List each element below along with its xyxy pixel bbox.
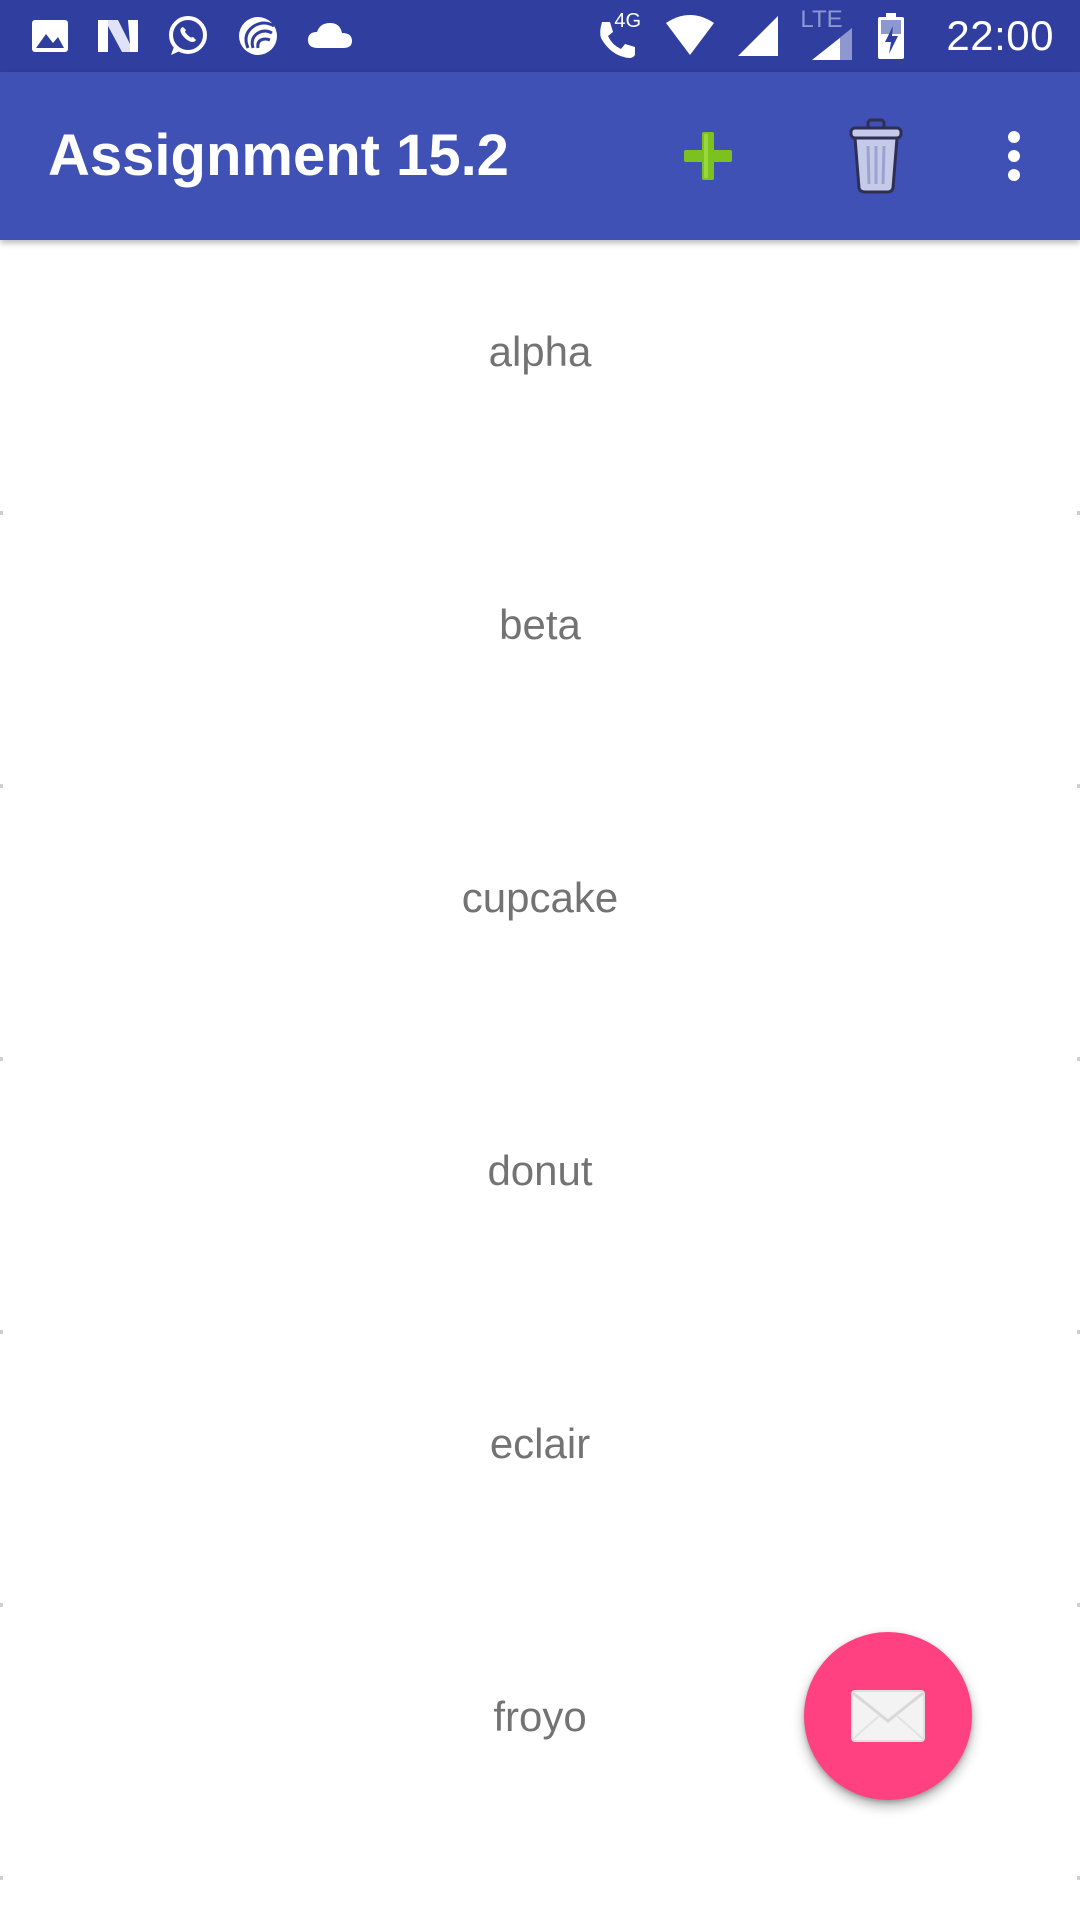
system-icons: 4G LTE 22:00 <box>594 0 1054 72</box>
list-item[interactable]: eclair <box>0 1332 1080 1607</box>
list-item-label: alpha <box>488 327 592 375</box>
volte-call-icon: 4G <box>594 10 644 60</box>
more-options-icon <box>1008 131 1020 181</box>
list-item-label: cupcake <box>461 873 619 921</box>
app-bar: Assignment 15.2 <box>0 72 1080 240</box>
more-options-button[interactable] <box>954 72 1074 240</box>
add-button[interactable] <box>648 72 768 240</box>
list-item-label: eclair <box>489 1419 591 1467</box>
mail-icon <box>851 1690 925 1742</box>
list-item-label: beta <box>499 600 581 648</box>
delete-button[interactable] <box>816 72 936 240</box>
wifi-icon <box>666 15 715 55</box>
list-item[interactable]: cupcake <box>0 786 1080 1061</box>
status-time: 22:00 <box>946 12 1054 59</box>
battery-charging-icon <box>878 13 905 59</box>
app-title: Assignment 15.2 <box>48 123 509 188</box>
status-bar: 4G LTE 22:00 <box>0 0 1080 72</box>
screen: 4G LTE 22:00 Assignment 15.2 alpha beta … <box>0 0 1080 1920</box>
network-4g-label: 4G <box>614 10 642 32</box>
delete-icon <box>849 118 903 194</box>
item-list: alpha beta cupcake donut eclair froyo <box>0 240 1080 1880</box>
cloud-icon <box>308 23 352 48</box>
notification-icons <box>30 0 354 72</box>
list-item-label: froyo <box>493 1692 587 1740</box>
whatsapp-icon <box>169 16 207 55</box>
list-item[interactable]: donut <box>0 1059 1080 1334</box>
signal-icon <box>738 16 779 56</box>
mail-fab-button[interactable] <box>804 1632 972 1800</box>
list-item[interactable]: beta <box>0 513 1080 788</box>
lte-signal-icon: LTE <box>800 6 856 62</box>
n-app-icon <box>98 20 138 52</box>
list-item-label: donut <box>487 1146 593 1194</box>
divider-mark <box>0 1876 3 1880</box>
gallery-icon <box>32 20 68 52</box>
add-icon <box>684 132 732 180</box>
list-item[interactable]: alpha <box>0 240 1080 515</box>
torrent-icon <box>239 17 277 55</box>
